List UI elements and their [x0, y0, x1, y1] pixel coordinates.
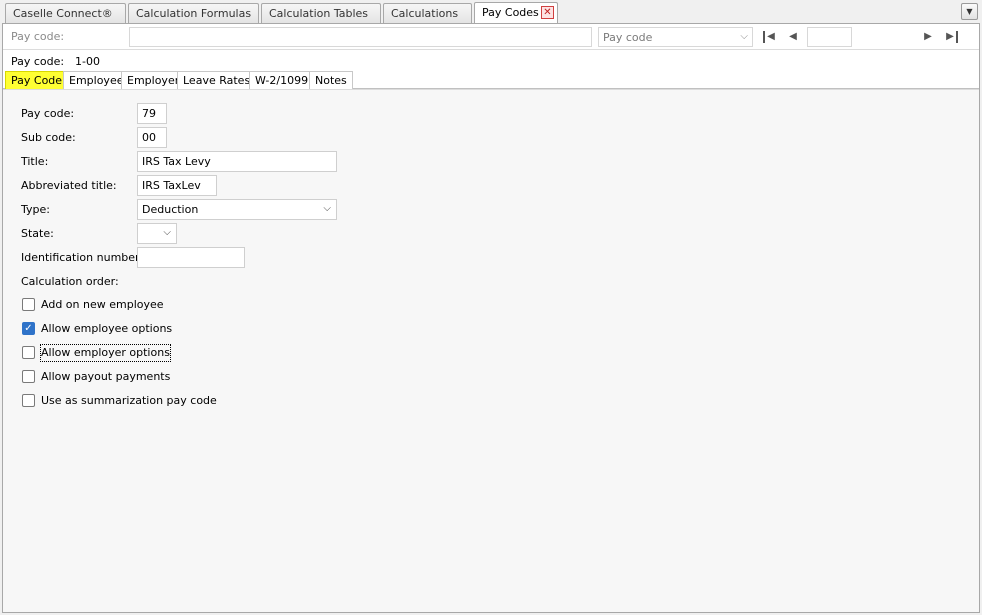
pay-code-search-input[interactable] — [129, 27, 592, 47]
next-record-icon[interactable]: ▶ — [920, 28, 936, 46]
identification-number-field[interactable] — [137, 247, 245, 268]
checkbox-box[interactable] — [22, 394, 35, 407]
tab-employer[interactable]: Employer — [121, 71, 186, 89]
title-label: Title: — [21, 155, 49, 168]
search-field-select-value: Pay code — [603, 31, 653, 44]
pay-code-field[interactable]: 79 — [137, 103, 167, 124]
tab-w2-1099[interactable]: W-2/1099 — [249, 71, 315, 89]
record-toolbar: Pay code: Pay code ⌵ ◀ ◀ ▶ ▶ — [3, 24, 979, 50]
tab-caselle-connect[interactable]: Caselle Connect® — [5, 3, 126, 23]
tab-calculations[interactable]: Calculations — [383, 3, 472, 23]
checkbox-label: Add on new employee — [41, 298, 164, 311]
checkbox-box[interactable] — [22, 298, 35, 311]
checkbox-label: Use as summarization pay code — [41, 394, 217, 407]
tab-calculation-tables[interactable]: Calculation Tables — [261, 3, 381, 23]
first-record-icon[interactable]: ◀ — [761, 28, 777, 46]
checkmark-icon[interactable]: ✓ — [22, 322, 35, 335]
title-field[interactable]: IRS Tax Levy — [137, 151, 337, 172]
chevron-down-icon: ⌵ — [323, 203, 331, 214]
current-pay-code-value: 1-00 — [75, 55, 100, 68]
checkbox-label: Allow employer options — [40, 344, 171, 362]
pay-code-label: Pay code: — [21, 107, 75, 120]
chevron-down-icon: ⌵ — [163, 227, 171, 238]
tab-pay-codes[interactable]: Pay Codes ✕ — [474, 2, 558, 23]
search-field-select[interactable]: Pay code ⌵ — [598, 27, 753, 47]
tab-leave-rates[interactable]: Leave Rates — [177, 71, 257, 89]
sub-code-field[interactable]: 00 — [137, 127, 167, 148]
checkbox-label: Allow payout payments — [41, 370, 171, 383]
tab-pay-codes-label: Pay Codes — [482, 6, 539, 19]
state-label: State: — [21, 227, 54, 240]
tab-employee[interactable]: Employee — [63, 71, 130, 89]
type-select-value: Deduction — [142, 203, 199, 216]
chevron-down-icon: ⌵ — [740, 31, 748, 42]
checkbox-label: Allow employee options — [41, 322, 173, 335]
abbreviated-title-label: Abbreviated title: — [21, 179, 117, 192]
document-tab-bar: Caselle Connect® Calculation Formulas Ca… — [0, 0, 982, 24]
section-tab-bar: Pay Code Employee Employer Leave Rates W… — [3, 70, 979, 89]
previous-record-icon[interactable]: ◀ — [785, 28, 801, 46]
calculation-order-label: Calculation order: — [21, 275, 119, 288]
type-label: Type: — [21, 203, 50, 216]
checkbox-box[interactable] — [22, 370, 35, 383]
type-select[interactable]: Deduction ⌵ — [137, 199, 337, 220]
tab-notes[interactable]: Notes — [309, 71, 353, 89]
tab-pay-code[interactable]: Pay Code — [5, 71, 69, 89]
state-select[interactable]: ⌵ — [137, 223, 177, 244]
toolbar-pay-code-label: Pay code: — [11, 30, 65, 43]
current-pay-code-label: Pay code: — [11, 55, 65, 68]
last-record-icon[interactable]: ▶ — [944, 28, 960, 46]
identification-number-label: Identification number: — [21, 251, 144, 264]
pay-codes-window: Pay code: Pay code ⌵ ◀ ◀ ▶ ▶ Pay code: 1… — [2, 23, 980, 613]
abbreviated-title-field[interactable]: IRS TaxLev — [137, 175, 217, 196]
tab-calculation-formulas[interactable]: Calculation Formulas — [128, 3, 259, 23]
record-position-input[interactable] — [807, 27, 852, 47]
chevron-down-icon[interactable]: ▼ — [961, 3, 978, 20]
pay-code-form: Pay code: 79 Sub code: 00 Title: IRS Tax… — [3, 89, 979, 612]
checkbox-box[interactable] — [22, 346, 35, 359]
close-icon[interactable]: ✕ — [541, 6, 554, 19]
sub-code-label: Sub code: — [21, 131, 76, 144]
